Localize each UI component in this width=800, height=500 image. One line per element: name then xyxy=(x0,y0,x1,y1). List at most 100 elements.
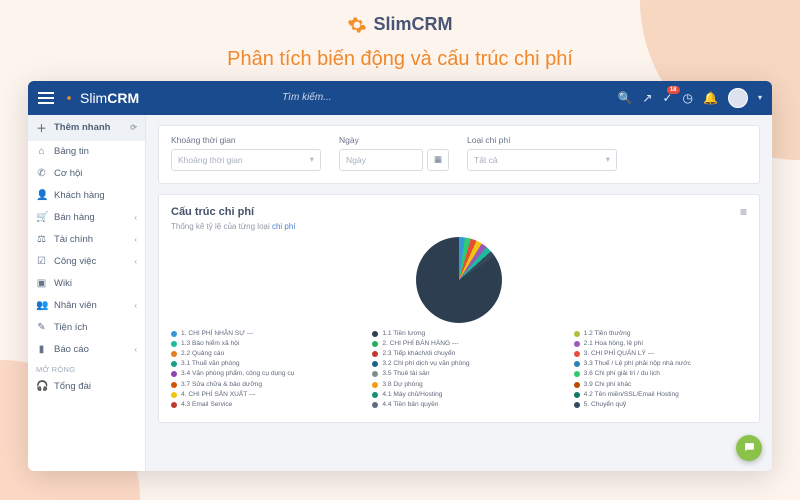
chart-legend: 1. CHI PHÍ NHÂN SỰ ---1.3 Bảo hiểm xã hộ… xyxy=(171,329,747,411)
sidebar-icon: 👥 xyxy=(36,300,47,311)
legend-item: 3.7 Sửa chữa & bảo dưỡng xyxy=(171,380,344,390)
chat-icon xyxy=(743,441,756,454)
sidebar-icon: ☑ xyxy=(36,256,47,267)
chevron-icon: ⟳ xyxy=(130,123,137,132)
share-icon[interactable]: ↗ xyxy=(642,91,652,105)
main-content: Khoảng thời gian Khoảng thời gian▾ Ngày … xyxy=(146,115,772,471)
sidebar-icon: 🎧 xyxy=(36,381,47,392)
sidebar-item[interactable]: 🛒 Bán hàng ‹ xyxy=(28,207,145,229)
legend-item: 3.5 Thuê tài sản xyxy=(372,369,545,379)
top-bar: SlimCRM Tìm kiếm... 🔍 ↗ ✓18 ◷ 🔔 ▾ xyxy=(28,81,772,115)
gear-icon xyxy=(62,91,76,105)
sidebar-item-label: Tiện ích xyxy=(54,322,87,333)
legend-item: 1. CHI PHÍ NHÂN SỰ --- xyxy=(171,329,344,339)
sidebar-icon: ＋ xyxy=(36,120,47,135)
legend-item: 3.4 Văn phòng phẩm, công cụ dụng cụ xyxy=(171,369,344,379)
sidebar-item-label: Cơ hội xyxy=(54,168,82,179)
legend-item: 4.2 Tên miền/SSL/Email Hosting xyxy=(574,390,747,400)
sidebar-item[interactable]: ✎ Tiện ích xyxy=(28,317,145,339)
sidebar-icon: ▣ xyxy=(36,278,47,289)
chat-fab[interactable] xyxy=(736,435,762,461)
sidebar-icon: 🛒 xyxy=(36,212,47,223)
legend-item: 3.6 Chi phí giải trí / du lịch xyxy=(574,369,747,379)
chevron-icon: ‹ xyxy=(134,257,137,266)
chart-subtitle-link[interactable]: chi phí xyxy=(272,222,296,231)
sidebar-item-label: Tài chính xyxy=(54,234,93,245)
legend-item: 3.3 Thuế / Lệ phí phải nộp nhà nước xyxy=(574,359,747,369)
tasks-icon[interactable]: ✓18 xyxy=(662,91,672,105)
legend-item: 5. Chuyển quỹ xyxy=(574,400,747,410)
chart-title: Cấu trúc chi phí xyxy=(171,206,254,218)
legend-item: 3.1 Thuế văn phòng xyxy=(171,359,344,369)
sidebar-icon: ✆ xyxy=(36,168,47,179)
chart-card: Cấu trúc chi phí ≡ Thống kê tỷ lệ của từ… xyxy=(158,194,760,424)
sidebar-item[interactable]: 🎧 Tổng đài xyxy=(28,376,145,398)
legend-item: 1.1 Tiền lương xyxy=(372,329,545,339)
brand-logo: SlimCRM xyxy=(347,14,452,35)
chart-subtitle: Thống kê tỷ lệ của từng loại chi phí xyxy=(171,222,747,231)
chart-menu-icon[interactable]: ≡ xyxy=(740,205,747,219)
legend-item: 4.3 Email Service xyxy=(171,400,344,410)
sidebar-icon: ▮ xyxy=(36,344,47,355)
legend-item: 2.3 Tiếp khách/di chuyển xyxy=(372,349,545,359)
legend-item: 3.2 Chi phí dịch vụ văn phòng xyxy=(372,359,545,369)
cost-type-select[interactable]: Tất cả▾ xyxy=(467,149,617,171)
legend-item: 3.8 Dự phòng xyxy=(372,380,545,390)
legend-item: 2. CHI PHÍ BÁN HÀNG --- xyxy=(372,339,545,349)
sidebar-section: MỞ RỘNG xyxy=(28,361,145,376)
sidebar-item[interactable]: ⌂ Bảng tin xyxy=(28,141,145,163)
calendar-icon[interactable]: ▦ xyxy=(427,149,449,171)
search-icon[interactable]: 🔍 xyxy=(617,91,632,105)
sidebar-item-label: Khách hàng xyxy=(54,190,105,201)
sidebar-icon: ⌂ xyxy=(36,146,47,157)
legend-item: 2.2 Quảng cáo xyxy=(171,349,344,359)
sidebar-item-label: Wiki xyxy=(54,278,72,289)
sidebar-item[interactable]: ＋ Thêm nhanh ⟳ xyxy=(28,115,145,141)
sidebar: ＋ Thêm nhanh ⟳ ⌂ Bảng tin ✆ Cơ hội 👤 Khách hàng 🛒… xyxy=(28,115,146,471)
chevron-down-icon[interactable]: ▾ xyxy=(758,93,762,102)
menu-icon[interactable] xyxy=(38,92,54,104)
page-subtitle: Phân tích biến động và cấu trúc chi phí xyxy=(0,48,800,71)
sidebar-icon: ✎ xyxy=(36,322,47,333)
legend-item: 3. CHI PHÍ QUẢN LÝ --- xyxy=(574,349,747,359)
legend-item: 1.2 Tiền thưởng xyxy=(574,329,747,339)
sidebar-icon: 👤 xyxy=(36,190,47,201)
bell-icon[interactable]: 🔔 xyxy=(703,91,718,105)
filter-label: Ngày xyxy=(339,135,449,145)
sidebar-item-label: Bán hàng xyxy=(54,212,95,223)
gear-icon xyxy=(347,15,367,35)
app-frame: SlimCRM Tìm kiếm... 🔍 ↗ ✓18 ◷ 🔔 ▾ ＋ Thêm … xyxy=(28,81,772,471)
sidebar-item[interactable]: ▮ Báo cáo ‹ xyxy=(28,339,145,361)
sidebar-item[interactable]: ⚖Tài chính‹ xyxy=(28,229,145,251)
sidebar-item[interactable]: ✆ Cơ hội xyxy=(28,163,145,185)
filter-label: Khoảng thời gian xyxy=(171,135,321,145)
date-range-select[interactable]: Khoảng thời gian▾ xyxy=(171,149,321,171)
sidebar-item-label: Thêm nhanh xyxy=(54,122,110,133)
legend-item: 3.9 Chi phí khác xyxy=(574,380,747,390)
sidebar-item-label: Tổng đài xyxy=(54,381,91,392)
sidebar-item[interactable]: 👤 Khách hàng xyxy=(28,185,145,207)
app-brand: SlimCRM xyxy=(62,90,139,106)
sidebar-item[interactable]: ☑ Công việc ‹ xyxy=(28,251,145,273)
sidebar-item[interactable]: 👥 Nhân viên ‹ xyxy=(28,295,145,317)
legend-item: 4. CHI PHÍ SẢN XUẤT --- xyxy=(171,390,344,400)
chevron-icon: ‹ xyxy=(134,213,137,222)
filter-card: Khoảng thời gian Khoảng thời gian▾ Ngày … xyxy=(158,125,760,184)
sidebar-item-label: Báo cáo xyxy=(54,344,89,355)
sidebar-item-label: Nhân viên xyxy=(54,300,97,311)
search-placeholder[interactable]: Tìm kiếm... xyxy=(282,92,331,103)
avatar[interactable] xyxy=(728,88,748,108)
filter-label: Loại chi phí xyxy=(467,135,617,145)
sidebar-item-label: Công việc xyxy=(54,256,96,267)
badge-count: 18 xyxy=(667,86,680,94)
legend-item: 1.3 Bảo hiểm xã hội xyxy=(171,339,344,349)
day-select[interactable]: Ngày xyxy=(339,149,423,171)
clock-icon[interactable]: ◷ xyxy=(683,91,693,105)
sidebar-item[interactable]: ▣ Wiki xyxy=(28,273,145,295)
chevron-icon: ‹ xyxy=(134,345,137,354)
chevron-icon: ‹ xyxy=(134,301,137,310)
legend-item: 2.1 Hoa hồng, lệ phí xyxy=(574,339,747,349)
pie-chart xyxy=(416,237,502,323)
sidebar-icon: ⚖ xyxy=(36,234,47,245)
sidebar-item-label: Bảng tin xyxy=(54,146,89,157)
